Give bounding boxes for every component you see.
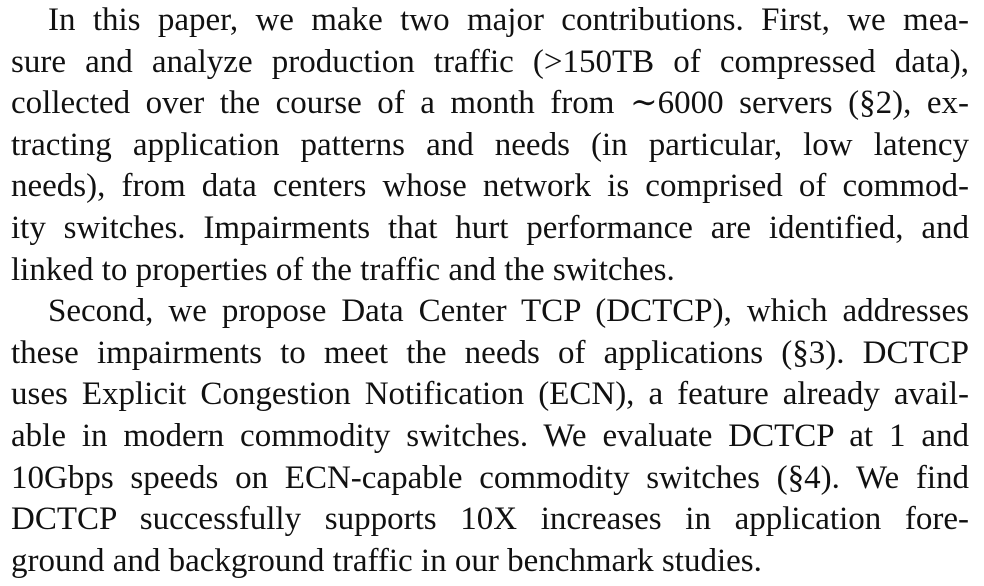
text-line: In this paper, we make two major contrib… <box>48 2 969 38</box>
text-line: sure and analyze production traffic (>15… <box>11 43 969 80</box>
text-line: DCTCP successfully supports 10X increase… <box>11 501 969 538</box>
text-line: ity switches. Impairments that hurt perf… <box>11 209 969 246</box>
text-line: able in modern commodity switches. We ev… <box>11 417 969 454</box>
text-line: collected over the course of a month fro… <box>11 85 969 122</box>
text-line: 10Gbps speeds on ECN-capable commodity s… <box>11 459 969 496</box>
document-body: In this paper, we make two major contrib… <box>11 0 969 582</box>
paragraph-dctcp: Second, we propose Data Center TCP (DCTC… <box>11 291 969 582</box>
text-line: Second, we propose Data Center TCP (DCTC… <box>48 293 969 330</box>
text-line: tracting application patterns and needs … <box>11 126 969 163</box>
text-line: uses Explicit Congestion Notification (E… <box>11 376 969 413</box>
text-line: needs), from data centers whose network … <box>11 168 969 205</box>
text-line: ground and background traffic in our ben… <box>11 542 762 579</box>
text-line: these impairments to meet the needs of a… <box>11 334 969 371</box>
text-line: linked to properties of the traffic and … <box>11 251 675 288</box>
paragraph-contributions: In this paper, we make two major contrib… <box>11 0 969 291</box>
